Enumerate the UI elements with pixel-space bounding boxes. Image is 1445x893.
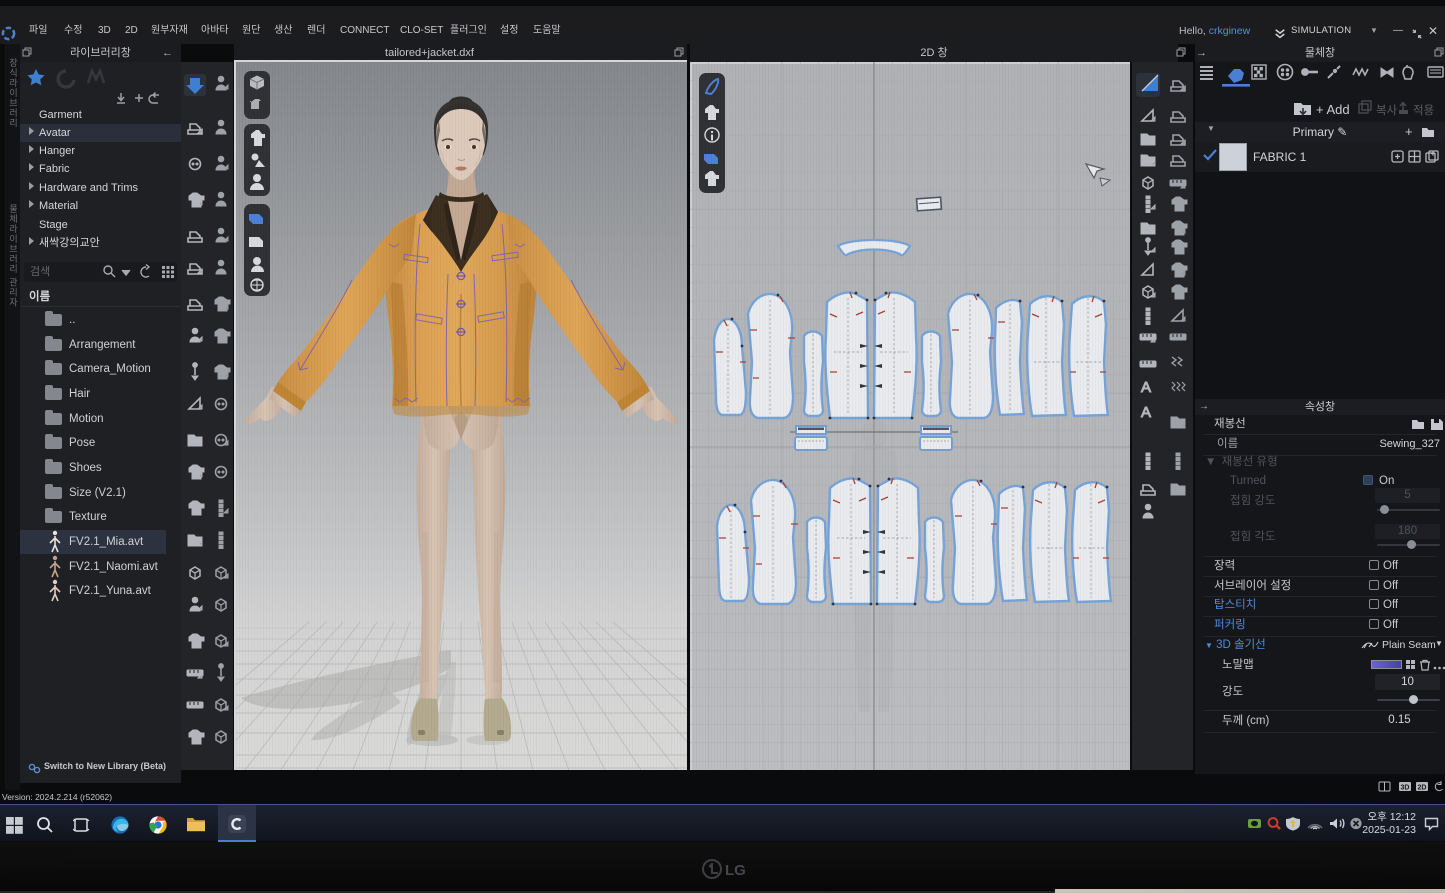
svg-text:3D: 3D	[1401, 785, 1410, 792]
svg-text:LG: LG	[725, 862, 746, 879]
svg-text:2D: 2D	[1418, 785, 1427, 792]
svg-text:A: A	[1141, 379, 1151, 396]
svg-text:+ Add: + Add	[1316, 102, 1350, 117]
svg-text:복사: 복사	[1376, 104, 1398, 117]
svg-text:적용: 적용	[1413, 104, 1434, 117]
svg-text:A: A	[1141, 404, 1151, 421]
